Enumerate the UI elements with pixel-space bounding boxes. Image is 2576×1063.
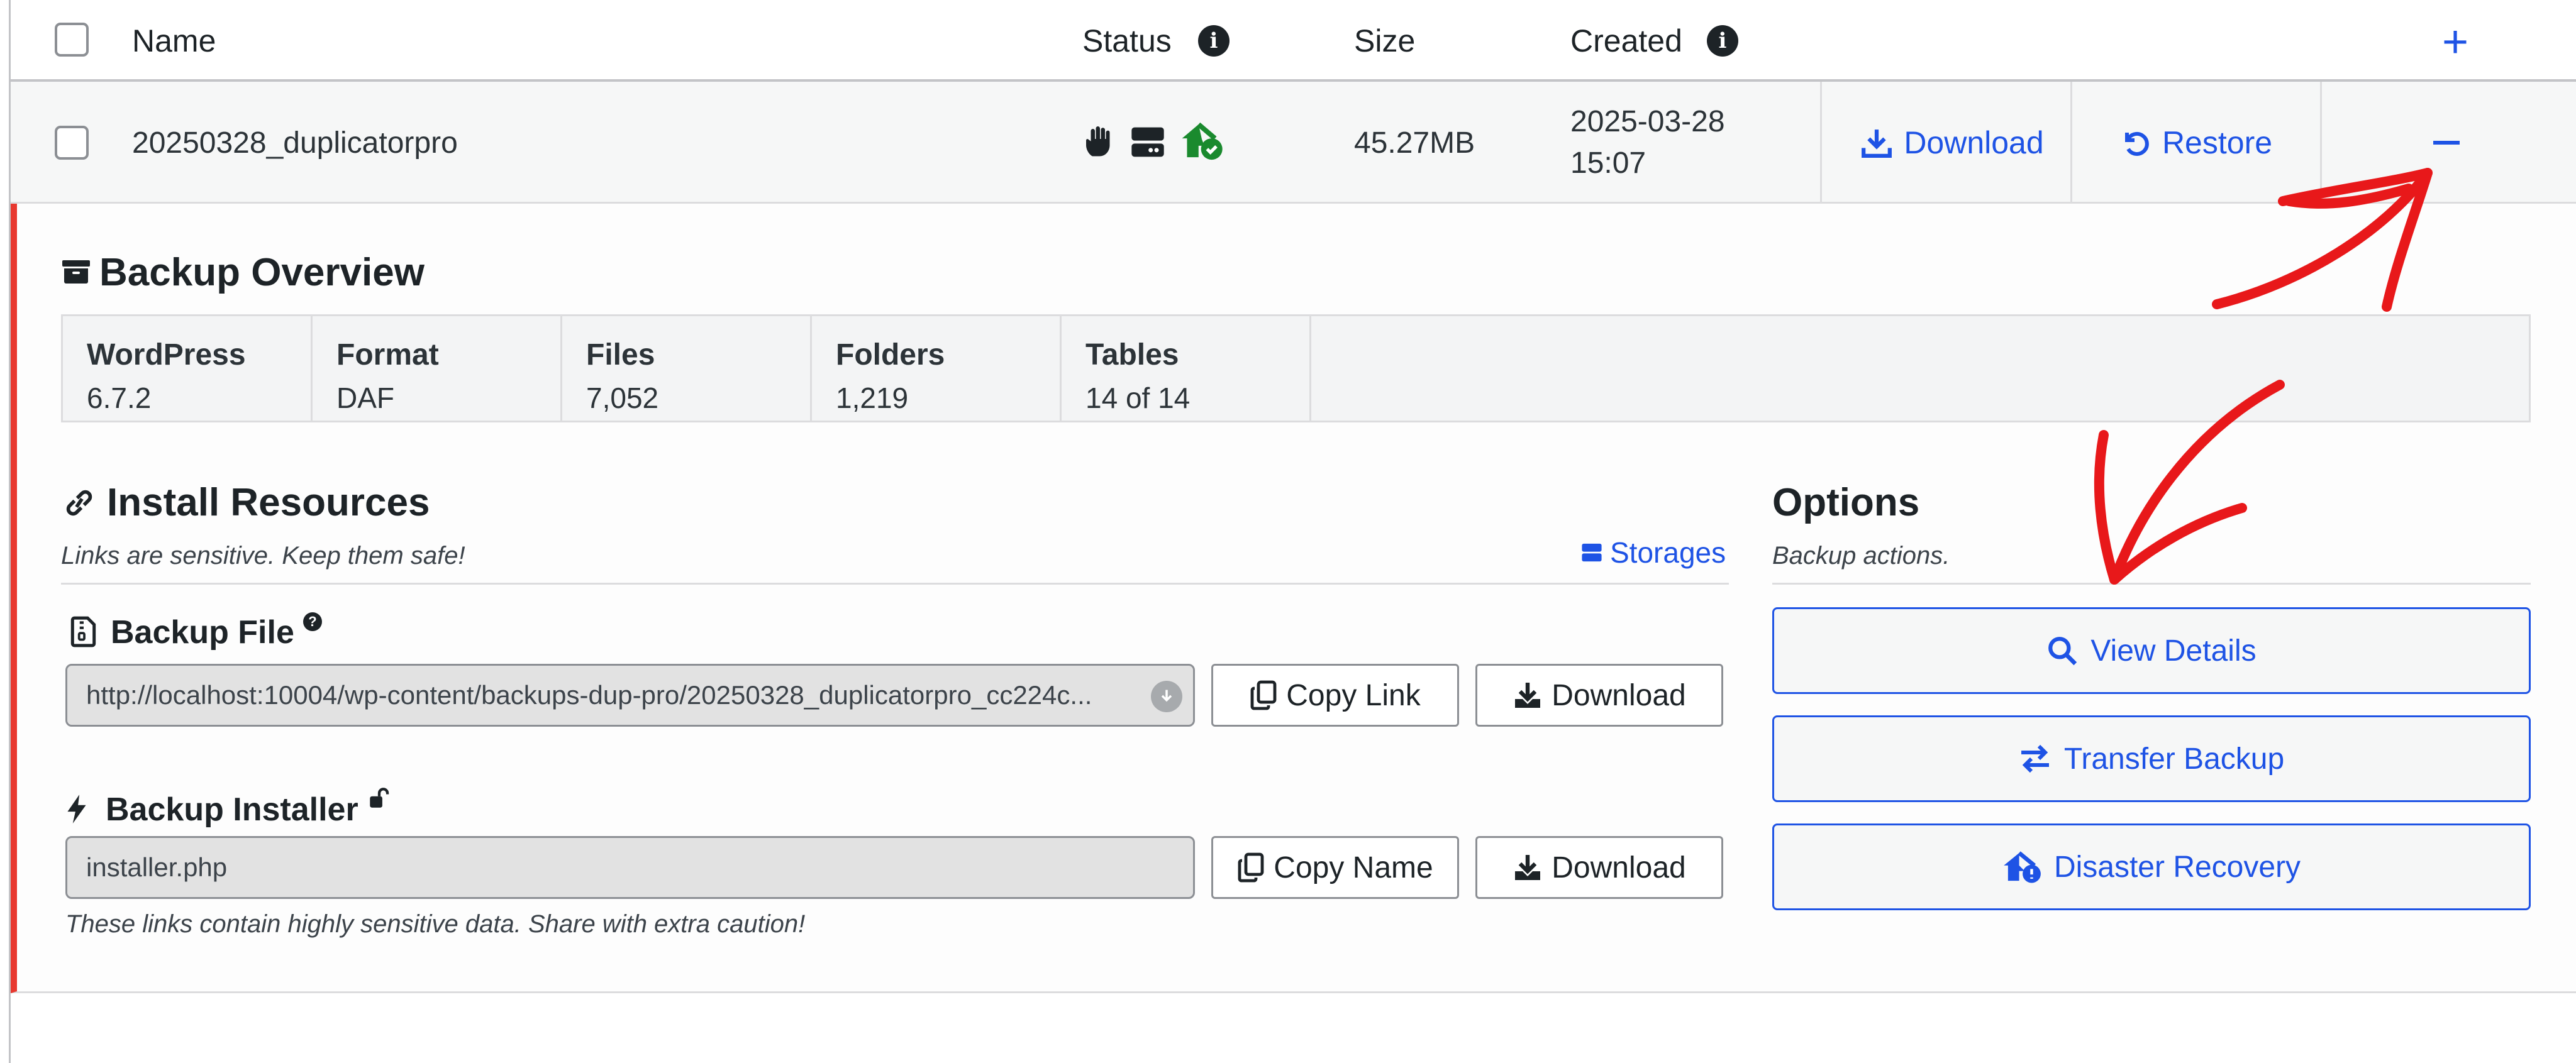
- house-shield-icon: [1182, 122, 1223, 160]
- backup-installer-title: Backup Installer: [106, 791, 358, 828]
- column-created[interactable]: Created: [1570, 23, 1682, 59]
- copy-name-button[interactable]: Copy Name: [1211, 836, 1459, 899]
- file-zip-icon: [70, 616, 96, 647]
- row-restore-button[interactable]: Restore: [2072, 82, 2321, 204]
- sensitive-warning: These links contain highly sensitive dat…: [65, 910, 806, 938]
- copy-link-button[interactable]: Copy Link: [1211, 664, 1459, 727]
- overview-cell-tables: Tables 14 of 14: [1062, 316, 1311, 421]
- hand-icon: [1086, 126, 1110, 157]
- backup-file-title: Backup File: [111, 614, 294, 651]
- undo-icon: [2124, 132, 2149, 156]
- download-icon: [1515, 855, 1541, 880]
- archive-icon: [62, 260, 90, 284]
- transfer-backup-button[interactable]: Transfer Backup: [1772, 715, 2531, 802]
- overview-table: WordPress 6.7.2 Format DAF Files 7,052 F…: [61, 314, 2531, 422]
- overview-cell-wordpress: WordPress 6.7.2: [63, 316, 313, 421]
- copy-icon: [1250, 680, 1277, 710]
- database-icon: [1582, 543, 1602, 562]
- bolt-icon: [67, 795, 86, 823]
- search-icon: [2048, 637, 2077, 666]
- install-resources-title: Install Resources: [107, 481, 430, 524]
- backup-size: 45.27MB: [1354, 126, 1475, 160]
- copy-icon: [1238, 852, 1264, 883]
- expand-all-button[interactable]: +: [2442, 16, 2468, 68]
- unlock-icon[interactable]: [369, 787, 390, 810]
- storages-link[interactable]: Storages: [1581, 536, 1726, 570]
- installer-download-button[interactable]: Download: [1475, 836, 1723, 899]
- installer-name-field[interactable]: installer.php: [65, 836, 1195, 899]
- overview-title: Backup Overview: [99, 251, 425, 294]
- url-download-icon[interactable]: [1151, 681, 1182, 712]
- transfer-arrows-icon: [2021, 744, 2049, 773]
- status-info-icon[interactable]: i: [1198, 25, 1230, 57]
- disaster-recovery-button[interactable]: Disaster Recovery: [1772, 823, 2531, 910]
- collapse-button[interactable]: [2433, 141, 2460, 145]
- download-icon: [1862, 129, 1892, 158]
- select-all-checkbox[interactable]: [55, 23, 89, 57]
- row-checkbox[interactable]: [55, 126, 89, 160]
- overview-cell-files: Files 7,052: [562, 316, 812, 421]
- server-icon: [1131, 127, 1164, 157]
- install-resources-subtitle: Links are sensitive. Keep them safe!: [61, 542, 465, 570]
- link-icon: [66, 490, 92, 516]
- column-name[interactable]: Name: [132, 23, 216, 59]
- house-shield-icon: [2004, 851, 2041, 883]
- backup-name: 20250328_duplicatorpro: [132, 126, 458, 160]
- options-subtitle: Backup actions.: [1772, 542, 1950, 570]
- table-header: Name Status i Size Created i +: [11, 0, 2576, 82]
- column-size[interactable]: Size: [1354, 23, 1415, 59]
- options-title: Options: [1772, 481, 1920, 524]
- column-status[interactable]: Status: [1082, 23, 1172, 59]
- created-info-icon[interactable]: i: [1707, 25, 1738, 57]
- row-download-button[interactable]: Download: [1822, 82, 2083, 204]
- created-date: 2025-03-28: [1570, 105, 1725, 138]
- backup-file-url-field[interactable]: http://localhost:10004/wp-content/backup…: [65, 664, 1195, 727]
- overview-cell-folders: Folders 1,219: [812, 316, 1062, 421]
- view-details-button[interactable]: View Details: [1772, 607, 2531, 694]
- backup-file-download-button[interactable]: Download: [1475, 664, 1723, 727]
- created-time: 15:07: [1570, 146, 1646, 180]
- help-icon[interactable]: ?: [303, 612, 322, 631]
- download-icon: [1515, 683, 1541, 708]
- overview-cell-format: Format DAF: [313, 316, 562, 421]
- backup-row[interactable]: 20250328_duplicatorpro 45.27MB 2025-03-2…: [11, 82, 2576, 204]
